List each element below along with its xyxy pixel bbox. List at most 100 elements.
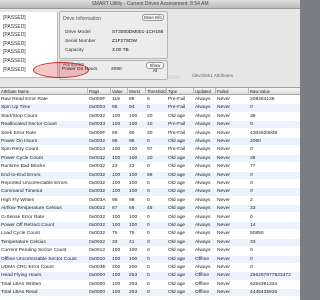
table-cell: 67 xyxy=(112,206,118,212)
table-cell: 97 xyxy=(147,147,153,153)
table-cell: Runtime Bad Blocks xyxy=(1,164,46,170)
table-cell: 100 xyxy=(112,256,121,262)
table-row[interactable]: Raw Read Error Rate 0x000F 119 99 6 Pre-Fail A… xyxy=(0,96,300,103)
table-cell: Never xyxy=(217,97,231,102)
column-header[interactable]: Updated xyxy=(195,89,211,94)
column-divider[interactable] xyxy=(193,88,194,95)
table-cell: 0x0032 xyxy=(89,155,106,161)
table-cell: Never xyxy=(217,206,231,212)
table-cell: 119 xyxy=(112,97,120,102)
more-info-button[interactable]: More Info xyxy=(142,14,164,21)
table-cell: 0x0032 xyxy=(89,181,106,186)
table-row[interactable]: Offline Uncorrectable Sector Count 0x0010… xyxy=(0,255,300,263)
table-cell: Old age xyxy=(168,248,186,254)
column-header[interactable]: Failed xyxy=(217,89,228,94)
table-cell: 0 xyxy=(147,256,150,262)
table-cell: 6 xyxy=(147,97,150,102)
table-row[interactable]: Total LBAs Read 0x0000 100 253 0 Old age Offli… xyxy=(0,289,300,297)
table-cell: Old age xyxy=(168,223,186,228)
table-cell: 2 xyxy=(250,197,253,203)
column-divider[interactable] xyxy=(248,88,249,95)
table-row[interactable]: Runtime Bad Blocks 0x0032 23 23 0 Old age Alwa… xyxy=(0,163,300,170)
column-divider[interactable] xyxy=(127,88,128,95)
table-cell: 14 xyxy=(250,223,256,228)
column-header[interactable]: Type xyxy=(168,89,177,94)
table-cell: Offline Uncorrectable Sector Count xyxy=(1,256,77,262)
table-cell: 0 xyxy=(250,256,253,262)
table-cell: 100 xyxy=(129,172,138,178)
table-cell: 0x0003 xyxy=(89,105,106,111)
column-header[interactable]: Threshold xyxy=(147,89,166,94)
table-cell: 0x0012 xyxy=(89,248,106,254)
column-divider[interactable] xyxy=(87,88,88,95)
drive-status-item[interactable]: [PASSED] xyxy=(3,24,26,30)
table-cell: 0x0022 xyxy=(89,239,106,245)
drive-status-item[interactable]: [PASSED] xyxy=(3,15,26,21)
table-cell: Always xyxy=(195,248,211,254)
table-row[interactable]: Power Off Retract Count 0x0032 100 100 0 Old … xyxy=(0,222,300,230)
table-cell: Load Cycle Count xyxy=(1,231,40,237)
table-row[interactable]: Reported Uncorrectable Errors 0x0032 100 10… xyxy=(0,180,300,187)
column-header[interactable]: Attribute Name xyxy=(1,89,29,94)
table-row[interactable]: UDMA CRC Error Count 0x003E 200 200 0 Old age… xyxy=(0,264,300,271)
table-row[interactable]: End-to-End Errors 0x0032 100 100 99 Old age Al… xyxy=(0,171,300,179)
table-cell: 99 xyxy=(129,97,135,102)
table-row[interactable]: Power Cycle Count 0x0032 100 100 20 Old age Al… xyxy=(0,154,300,162)
table-cell: Pre-Fail xyxy=(168,130,186,136)
column-header[interactable]: Flags xyxy=(89,89,99,94)
table-cell: 253 xyxy=(129,281,138,287)
drive-status-item[interactable]: [PASSED] xyxy=(3,41,26,47)
table-cell: UDMA CRC Error Count xyxy=(1,265,54,270)
table-row[interactable]: Current Pending Sector Count 0x0012 100 100… xyxy=(0,247,300,254)
column-header[interactable]: Raw Value xyxy=(250,89,270,94)
table-cell: 100 xyxy=(112,273,121,279)
table-row[interactable]: Command Timeout 0x0032 100 100 0 Old age Alway… xyxy=(0,188,300,196)
column-header[interactable]: Value xyxy=(112,89,122,94)
table-row[interactable]: G-Sense Error Rate 0x0032 100 100 0 Old age Al… xyxy=(0,214,300,221)
table-cell: 0 xyxy=(147,197,150,203)
table-cell: Start/Stop Count xyxy=(1,113,38,119)
table-row[interactable]: Seek Error Rate 0x000F 69 60 30 Pre-Fail Alway… xyxy=(0,130,300,137)
drive-information-panel: Drive Information More Info Drive Model … xyxy=(59,11,168,59)
table-cell: Always xyxy=(195,105,211,111)
drive-status-item[interactable]: [PASSED] xyxy=(3,49,26,55)
table-cell: Old age xyxy=(168,181,186,186)
table-row[interactable]: Reallocated Sector Count 0x0033 100 100 10 Pr… xyxy=(0,121,300,129)
column-header[interactable]: Worst xyxy=(129,89,140,94)
table-row[interactable]: Head Flying Hours 0x0000 100 253 0 Old age Off… xyxy=(0,272,300,280)
table-row[interactable]: Total LBAs Written 0x0000 100 253 0 Old age Of… xyxy=(0,281,300,288)
table-cell: Always xyxy=(195,130,211,136)
show-all-button[interactable]: Show All xyxy=(146,62,164,73)
table-cell: Always xyxy=(195,97,211,102)
table-cell: 99 xyxy=(147,172,153,178)
table-cell: Never xyxy=(217,265,231,270)
table-row[interactable]: High Fly Writes 0x003A 98 98 0 Old age Always N… xyxy=(0,197,300,204)
device-path-label: /dev/disk1 Attributes xyxy=(192,73,234,78)
table-row[interactable]: Load Cycle Count 0x0032 75 75 0 Old age Always… xyxy=(0,230,300,237)
table-row[interactable]: Start/Stop Count 0x0032 100 100 20 Old age Alw… xyxy=(0,113,300,120)
table-row[interactable]: Spin Up Time 0x0003 95 94 0 Pre-Fail Always Nev… xyxy=(0,104,300,112)
table-cell: Old age xyxy=(168,290,186,296)
column-divider[interactable] xyxy=(166,88,167,95)
column-divider[interactable] xyxy=(110,88,111,95)
table-cell: Never xyxy=(217,248,231,254)
split-divider[interactable] xyxy=(168,75,180,79)
table-cell: Old age xyxy=(168,113,186,119)
table-cell: 200 xyxy=(112,265,121,270)
table-row[interactable]: Power On Hours 0x0032 98 98 0 Old age Always Ne… xyxy=(0,138,300,146)
drive-status-item[interactable]: [PASSED] xyxy=(3,67,26,73)
column-divider[interactable] xyxy=(145,88,146,95)
table-cell: 0x0010 xyxy=(89,256,106,262)
table-cell: 75 xyxy=(129,231,135,237)
table-row[interactable]: Airflow Temperature Celsius 0x0022 67 59 45 O… xyxy=(0,205,300,213)
table-row[interactable]: Spin Retry Count 0x0013 100 100 97 Pre-Fail Al… xyxy=(0,146,300,153)
table-cell: 41 xyxy=(129,239,135,245)
table-cell: Old age xyxy=(168,206,186,212)
table-row[interactable]: Temperature Celsius 0x0022 33 41 0 Old age Alw… xyxy=(0,238,300,246)
drive-status-item[interactable]: [PASSED] xyxy=(3,58,26,64)
table-cell: 23 xyxy=(112,164,118,170)
table-cell: Pre-Fail xyxy=(168,97,186,102)
drive-status-item[interactable]: [PASSED] xyxy=(3,32,26,38)
column-divider[interactable] xyxy=(215,88,216,95)
table-cell: 100 xyxy=(129,256,138,262)
